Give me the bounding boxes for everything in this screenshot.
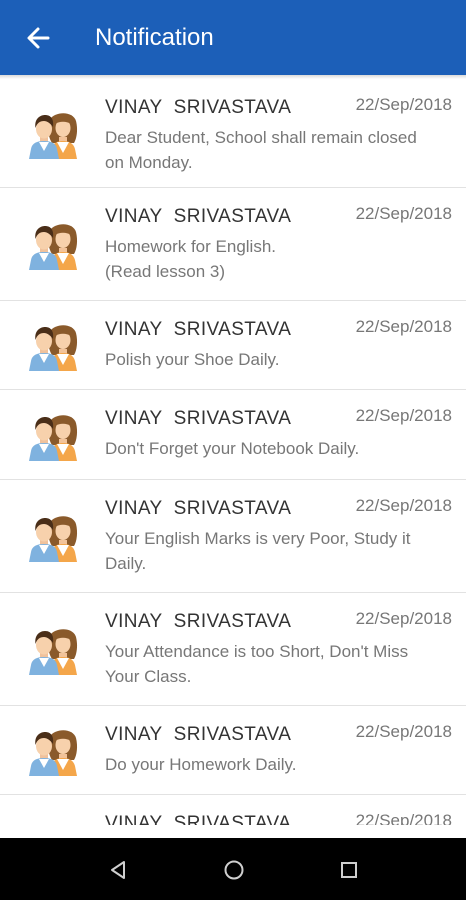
notification-date: 22/Sep/2018: [355, 317, 452, 336]
users-icon: [29, 413, 89, 461]
app-bar: Notification: [0, 0, 466, 75]
notification-message: Dear Student, School shall remain closed: [105, 128, 417, 147]
notification-date: 22/Sep/2018: [355, 204, 452, 223]
sender-name: VINAY SRIVASTAVA: [105, 611, 292, 632]
sender-name: VINAY SRIVASTAVA: [105, 724, 292, 745]
notification-item[interactable]: VINAY SRIVASTAVA 22/Sep/2018 Do your Homew…: [0, 706, 466, 795]
users-icon: [29, 627, 89, 675]
sender-name: VINAY SRIVASTAVA: [105, 319, 292, 340]
notification-message: Your English Marks is very Poor, Study i…: [105, 529, 411, 548]
notification-date: 22/Sep/2018: [355, 406, 452, 425]
sender-name: VINAY SRIVASTAVA: [105, 408, 292, 429]
notification-date: 22/Sep/2018: [355, 811, 452, 825]
home-circle-icon[interactable]: [222, 858, 246, 882]
notification-date: 22/Sep/2018: [355, 95, 452, 114]
notification-message: Your Attendance is too Short, Don't Miss: [105, 642, 409, 661]
notification-date: 22/Sep/2018: [355, 609, 452, 628]
notification-message: Homework for English.: [105, 237, 277, 256]
sender-name: VINAY SRIVASTAVA: [105, 498, 292, 519]
notification-item[interactable]: VINAY SRIVASTAVA 22/Sep/2018 Your Attendan…: [0, 593, 466, 706]
notification-item[interactable]: VINAY SRIVASTAVA 22/Sep/2018 Don't Forget …: [0, 390, 466, 480]
notification-item[interactable]: VINAY SRIVASTAVA 22/Sep/2018 Polish your S…: [0, 301, 466, 390]
notification-message: Don't Forget your Notebook Daily.: [105, 439, 360, 458]
page-title: Notification: [95, 24, 214, 51]
notification-date: 22/Sep/2018: [355, 722, 452, 741]
notification-item[interactable]: VINAY SRIVASTAVA 22/Sep/2018 Your English …: [0, 480, 466, 593]
sender-name: VINAY SRIVASTAVA: [105, 206, 292, 227]
notification-message: Do your Homework Daily.: [105, 755, 297, 774]
recents-square-icon[interactable]: [337, 858, 361, 882]
users-icon: [29, 728, 89, 776]
notification-message: Your Class.: [105, 667, 192, 686]
notification-message: (Read lesson 3): [105, 262, 226, 281]
users-icon: [29, 222, 89, 270]
arrow-left-icon[interactable]: [24, 24, 52, 52]
users-icon: [29, 323, 89, 371]
notification-item[interactable]: VINAY SRIVASTAVA 22/Sep/2018: [0, 795, 466, 825]
users-icon: [29, 514, 89, 562]
notification-message: on Monday.: [105, 153, 193, 172]
notification-list[interactable]: VINAY SRIVASTAVA 22/Sep/2018 Dear Student,…: [0, 79, 466, 825]
sender-name: VINAY SRIVASTAVA: [105, 813, 292, 825]
notification-date: 22/Sep/2018: [355, 496, 452, 515]
notification-item[interactable]: VINAY SRIVASTAVA 22/Sep/2018 Homework for …: [0, 188, 466, 301]
users-icon: [29, 111, 89, 159]
system-nav-bar: [0, 838, 466, 900]
back-triangle-icon[interactable]: [106, 858, 130, 882]
notification-message: Daily.: [105, 554, 147, 573]
notification-message: Polish your Shoe Daily.: [105, 350, 280, 369]
sender-name: VINAY SRIVASTAVA: [105, 97, 292, 118]
notification-item[interactable]: VINAY SRIVASTAVA 22/Sep/2018 Dear Student,…: [0, 79, 466, 188]
